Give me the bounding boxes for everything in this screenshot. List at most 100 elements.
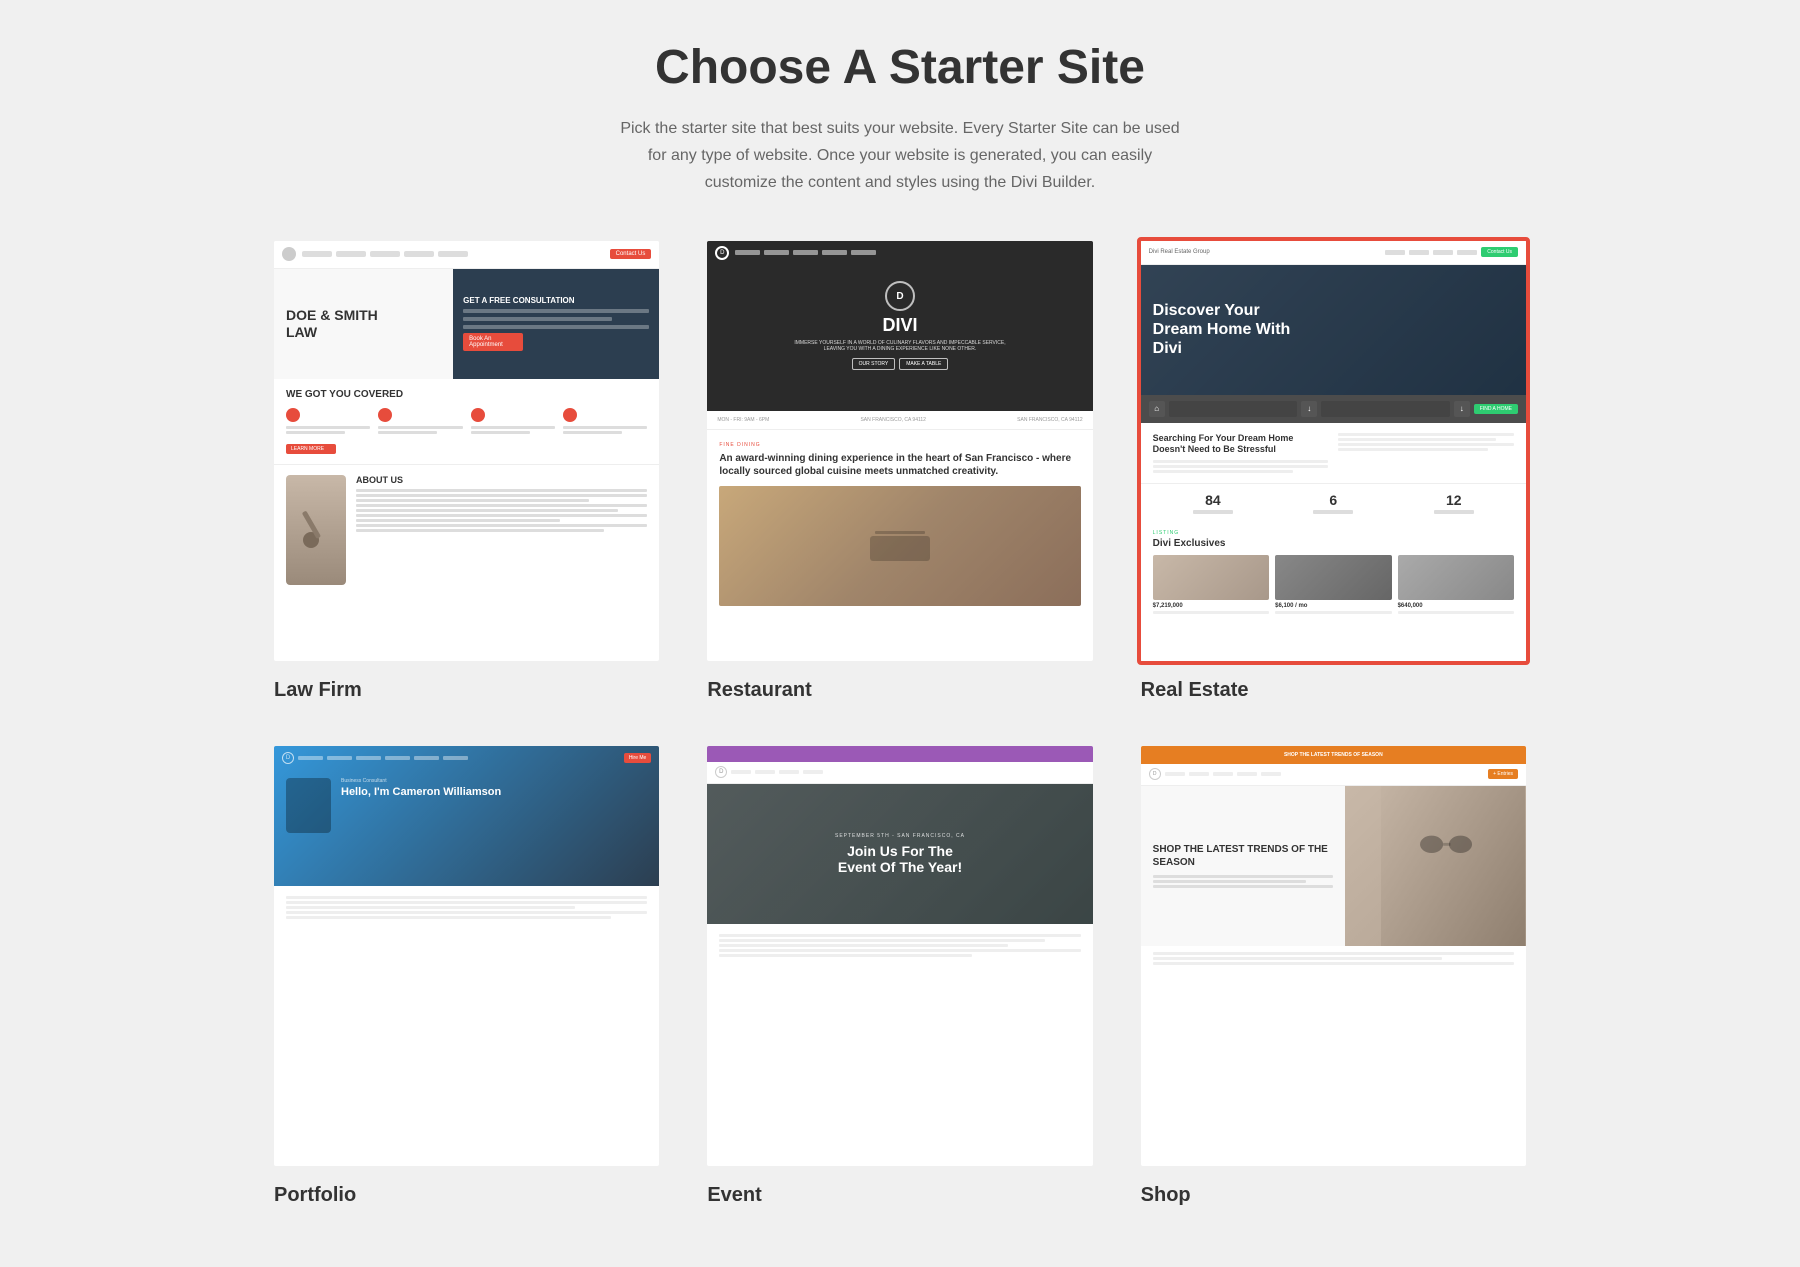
re-property-price: $7,219,000 bbox=[1153, 603, 1269, 609]
portfolio-thumbnail-wrapper: D Hire Me bbox=[270, 742, 663, 1170]
re-nav-item bbox=[1433, 250, 1453, 255]
real-estate-thumbnail-wrapper: Divi Real Estate Group Contact Us Discov… bbox=[1137, 237, 1530, 665]
lf-contact-btn: Contact Us bbox=[610, 249, 652, 259]
re-search-input2 bbox=[1321, 401, 1450, 417]
restaurant-thumbnail-wrapper: D D DIVI IMMERSE YOURSELF IN A WORLD OF … bbox=[703, 237, 1096, 665]
event-purple-bar bbox=[707, 746, 1092, 762]
site-card-event[interactable]: D SEPTEMBER 5TH - SAN FRANCISCO, CA Join… bbox=[703, 742, 1096, 1207]
rest-award-tag: FINE DINING bbox=[719, 442, 1080, 448]
lf-nav-item bbox=[302, 251, 332, 257]
shop-nav-item bbox=[1261, 772, 1281, 776]
lf-nav-item bbox=[404, 251, 434, 257]
real-estate-label: Real Estate bbox=[1137, 679, 1530, 702]
portfolio-body-lines bbox=[286, 896, 647, 919]
shop-hero-title: SHOP THE LATEST TRENDS OF THE SEASON bbox=[1153, 843, 1334, 869]
shop-thumbnail: SHOP THE LATEST TRENDS OF SEASON D + Ent… bbox=[1141, 746, 1526, 1166]
shop-body-line bbox=[1153, 952, 1514, 955]
shop-nav-item bbox=[1189, 772, 1209, 776]
event-body-line bbox=[719, 944, 1008, 947]
lf-about-line bbox=[356, 524, 647, 527]
lf-service bbox=[378, 408, 462, 436]
rest-nav-item bbox=[735, 250, 760, 255]
portfolio-name: Hello, I'm Cameron Williamson bbox=[341, 786, 647, 799]
lf-about-line bbox=[356, 504, 647, 507]
filter-icon: ↓ bbox=[1454, 401, 1470, 417]
site-card-shop[interactable]: SHOP THE LATEST TRENDS OF SEASON D + Ent… bbox=[1137, 742, 1530, 1207]
re-exclusives-tag: LISTING bbox=[1153, 530, 1514, 536]
re-text-line bbox=[1338, 443, 1514, 446]
lf-about-text: ABOUT US bbox=[356, 475, 647, 585]
lf-service bbox=[563, 408, 647, 436]
re-stats: 84 6 12 bbox=[1141, 483, 1526, 522]
re-text-line bbox=[1153, 470, 1294, 473]
rest-hero-title: DIVI bbox=[882, 315, 917, 336]
event-thumbnail: D SEPTEMBER 5TH - SAN FRANCISCO, CA Join… bbox=[707, 746, 1092, 1166]
rest-nav-item bbox=[764, 250, 789, 255]
event-body bbox=[707, 924, 1092, 967]
lf-service-text bbox=[378, 426, 462, 429]
re-property-price: $6,100 / mo bbox=[1275, 603, 1391, 609]
event-label: Event bbox=[703, 1184, 1096, 1207]
lf-consult-line bbox=[463, 325, 649, 329]
event-header: D bbox=[707, 762, 1092, 784]
lf-about-title: ABOUT US bbox=[356, 475, 647, 485]
lf-nav-item bbox=[370, 251, 400, 257]
lf-consult-line bbox=[463, 317, 612, 321]
re-nav-item bbox=[1457, 250, 1477, 255]
portfolio-avatar bbox=[286, 778, 331, 833]
rest-divi-circle: D bbox=[715, 246, 729, 260]
lf-learn-more-btn: LEARN MORE bbox=[286, 444, 336, 454]
lf-hero: DOE & SMITHLAW GET A FREE CONSULTATION B… bbox=[274, 269, 659, 379]
lf-header: Contact Us bbox=[274, 241, 659, 269]
rest-hero-sub: IMMERSE YOURSELF IN A WORLD OF CULINARY … bbox=[794, 340, 1005, 352]
lf-service-text bbox=[563, 426, 647, 429]
shop-model-image bbox=[1381, 786, 1526, 946]
portfolio-body-line bbox=[286, 896, 647, 899]
event-thumbnail-wrapper: D SEPTEMBER 5TH - SAN FRANCISCO, CA Join… bbox=[703, 742, 1096, 1170]
re-exclusives-title: Divi Exclusives bbox=[1153, 538, 1514, 549]
rest-food-image bbox=[719, 486, 1080, 606]
shop-hero-text-line bbox=[1153, 880, 1307, 883]
portfolio-body-line bbox=[286, 916, 611, 919]
site-card-portfolio[interactable]: D Hire Me bbox=[270, 742, 663, 1207]
portfolio-nav bbox=[298, 756, 620, 760]
lf-service-text bbox=[563, 431, 622, 434]
lf-service bbox=[471, 408, 555, 436]
rest-hero: D D DIVI IMMERSE YOURSELF IN A WORLD OF … bbox=[707, 241, 1092, 411]
site-card-law-firm[interactable]: Contact Us DOE & SMITHLAW GET A FREE CON… bbox=[270, 237, 663, 702]
event-nav-item bbox=[803, 770, 823, 774]
re-hero-title: Discover Your Dream Home With Divi bbox=[1153, 301, 1293, 359]
re-stat-number: 12 bbox=[1434, 492, 1474, 508]
shop-hero-text-lines bbox=[1153, 875, 1334, 888]
lf-service-text bbox=[286, 431, 345, 434]
rest-nav bbox=[735, 250, 1084, 255]
lf-hero-right: GET A FREE CONSULTATION Book An Appointm… bbox=[453, 269, 659, 379]
shop-hero-text-line bbox=[1153, 875, 1334, 878]
law-firm-label: Law Firm bbox=[270, 679, 663, 702]
lf-about-line bbox=[356, 489, 647, 492]
shop-hero-text-line bbox=[1153, 885, 1334, 888]
rest-award-section: FINE DINING An award-winning dining expe… bbox=[707, 430, 1092, 618]
re-stat-label bbox=[1434, 510, 1474, 514]
event-tag: SEPTEMBER 5TH - SAN FRANCISCO, CA bbox=[835, 833, 965, 839]
re-stat-number: 6 bbox=[1313, 492, 1353, 508]
shop-nav-item bbox=[1165, 772, 1185, 776]
re-stat-label bbox=[1193, 510, 1233, 514]
law-firm-thumbnail: Contact Us DOE & SMITHLAW GET A FREE CON… bbox=[274, 241, 659, 661]
re-property-detail bbox=[1275, 611, 1391, 614]
site-card-restaurant[interactable]: D D DIVI IMMERSE YOURSELF IN A WORLD OF … bbox=[703, 237, 1096, 702]
re-left: Searching For Your Dream Home Doesn't Ne… bbox=[1153, 433, 1329, 473]
re-nav bbox=[1385, 250, 1477, 255]
lf-about-line bbox=[356, 514, 647, 517]
lf-about-lines bbox=[356, 489, 647, 532]
event-body-line bbox=[719, 934, 1080, 937]
page-description: Pick the starter site that best suits yo… bbox=[610, 115, 1190, 197]
lf-consult-line bbox=[463, 309, 649, 313]
site-card-real-estate[interactable]: Divi Real Estate Group Contact Us Discov… bbox=[1137, 237, 1530, 702]
lf-about-section: ABOUT US bbox=[274, 465, 659, 595]
lf-service-icon bbox=[286, 408, 300, 422]
re-property-img bbox=[1398, 555, 1514, 600]
re-property-price: $640,000 bbox=[1398, 603, 1514, 609]
event-title: Join Us For TheEvent Of The Year! bbox=[838, 843, 962, 875]
rest-award-title: An award-winning dining experience in th… bbox=[719, 452, 1080, 478]
